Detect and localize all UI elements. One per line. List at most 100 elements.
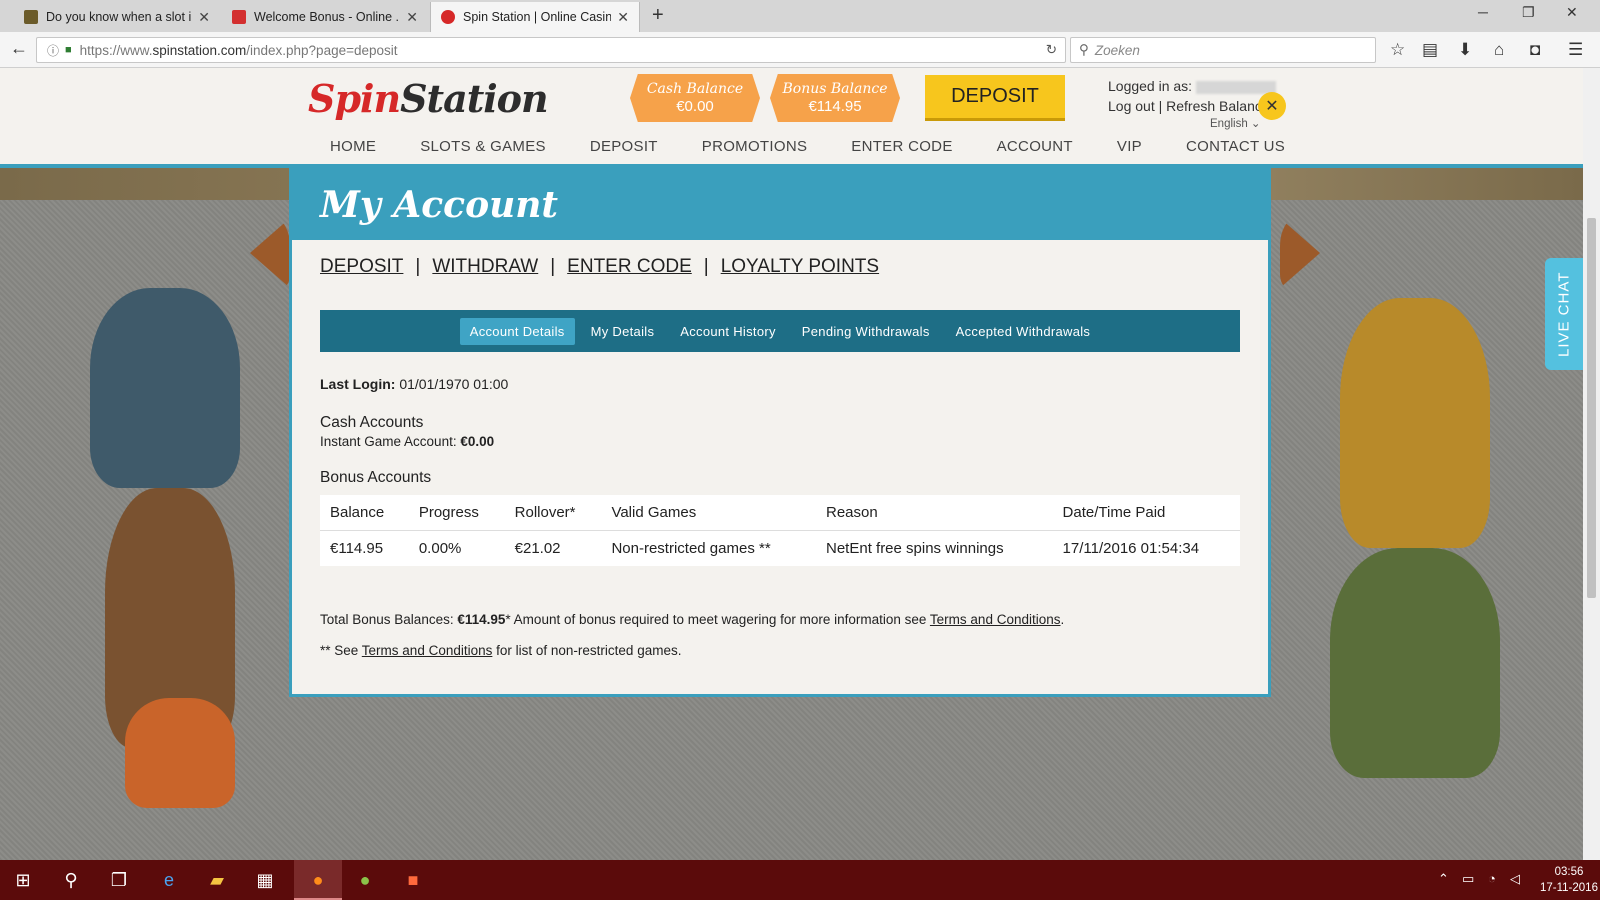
cash-balance-badge[interactable]: Cash Balance €0.00 bbox=[630, 74, 760, 122]
language-value: English bbox=[1210, 118, 1248, 130]
volume-icon[interactable]: ◁ bbox=[1510, 871, 1520, 887]
modal-close-button[interactable]: ✕ bbox=[1258, 92, 1286, 120]
search-placeholder: Zoeken bbox=[1094, 42, 1140, 58]
home-icon[interactable]: ⌂ bbox=[1494, 40, 1504, 60]
back-icon[interactable]: ← bbox=[10, 38, 28, 59]
search-input[interactable]: ⚲ Zoeken bbox=[1070, 37, 1376, 63]
site-header: SpinStation Cash Balance €0.00 Bonus Bal… bbox=[0, 68, 1583, 166]
browser-tab-active[interactable]: Spin Station | Online Casin... ✕ bbox=[430, 2, 640, 32]
close-tab-icon[interactable]: ✕ bbox=[406, 9, 418, 26]
account-links: DEPOSIT | WITHDRAW | ENTER CODE | LOYALT… bbox=[320, 256, 879, 278]
download-icon[interactable]: ⬇ bbox=[1458, 40, 1472, 60]
separator: | bbox=[415, 256, 421, 277]
tab-accepted-withdrawals[interactable]: Accepted Withdrawals bbox=[946, 318, 1101, 345]
table-cell: 0.00% bbox=[418, 540, 462, 557]
column-header: Balance bbox=[320, 495, 409, 531]
logout-link[interactable]: Log out bbox=[1108, 98, 1155, 114]
scroll-thumb[interactable] bbox=[1587, 218, 1596, 598]
nav-deposit[interactable]: DEPOSIT bbox=[590, 138, 658, 155]
lock-icon: ■ bbox=[65, 44, 72, 56]
account-link-withdraw[interactable]: WITHDRAW bbox=[432, 256, 538, 278]
table-cell: €21.02 bbox=[514, 540, 561, 557]
nav-contact-us[interactable]: CONTACT US bbox=[1186, 138, 1285, 155]
language-select[interactable]: English ⌄ bbox=[1210, 116, 1261, 130]
total-label: Total Bonus Balances: bbox=[320, 612, 454, 627]
separator: | bbox=[550, 256, 556, 277]
app-orange-icon[interactable]: ■ bbox=[400, 868, 426, 892]
cash-balance-label: Cash Balance bbox=[646, 81, 744, 97]
nav-home[interactable]: HOME bbox=[330, 138, 376, 155]
windows-taskbar: ⊞ ⚲ ❐ e ▰ ▦ ● ● ■ ⌃ ▭ ◔ ◁ 03:56 17-11-20… bbox=[0, 860, 1600, 900]
start-icon[interactable]: ⊞ bbox=[10, 868, 36, 892]
footnote: ** See Terms and Conditions for list of … bbox=[320, 643, 1240, 658]
login-info: Logged in as: Log out | Refresh Balance bbox=[1108, 76, 1276, 116]
tray-chevron-icon[interactable]: ⌃ bbox=[1438, 871, 1449, 887]
task-view-icon[interactable]: ❐ bbox=[106, 868, 132, 892]
nav-promotions[interactable]: PROMOTIONS bbox=[702, 138, 808, 155]
close-tab-icon[interactable]: ✕ bbox=[617, 9, 629, 26]
tab-account-history[interactable]: Account History bbox=[670, 318, 786, 345]
account-link-enter-code[interactable]: ENTER CODE bbox=[567, 256, 692, 278]
nav-vip[interactable]: VIP bbox=[1117, 138, 1142, 155]
refresh-balance-link[interactable]: Refresh Balance bbox=[1166, 98, 1270, 114]
edge-icon[interactable]: e bbox=[156, 868, 182, 892]
account-link-deposit[interactable]: DEPOSIT bbox=[320, 256, 403, 278]
slot-machine-image bbox=[1330, 548, 1500, 778]
search-icon: ⚲ bbox=[1079, 42, 1089, 57]
close-window-icon[interactable]: ✕ bbox=[1566, 4, 1578, 21]
firefox-icon[interactable]: ● bbox=[305, 868, 331, 892]
character-left-image bbox=[90, 288, 240, 488]
table-cell: 17/11/2016 01:54:34 bbox=[1062, 540, 1200, 557]
taskbar-clock[interactable]: 03:56 17-11-2016 bbox=[1540, 864, 1598, 896]
tab-favicon-icon bbox=[24, 10, 38, 24]
clock-date: 17-11-2016 bbox=[1540, 882, 1598, 894]
app-green-icon[interactable]: ● bbox=[352, 868, 378, 892]
page-viewport: SpinStation Cash Balance €0.00 Bonus Bal… bbox=[0, 68, 1583, 860]
last-login: Last Login: 01/01/1970 01:00 bbox=[320, 376, 1240, 392]
bonus-balance-badge[interactable]: Bonus Balance €114.95 bbox=[770, 74, 900, 122]
browser-tab-1[interactable]: Do you know when a slot i... ✕ bbox=[14, 2, 220, 32]
tab-account-details[interactable]: Account Details bbox=[459, 317, 575, 345]
table-row: €114.95 0.00% €21.02 Non-restricted game… bbox=[320, 531, 1240, 567]
reading-list-icon[interactable]: ▤ bbox=[1422, 40, 1438, 60]
nav-slots-games[interactable]: SLOTS & GAMES bbox=[420, 138, 546, 155]
terms-link[interactable]: Terms and Conditions bbox=[930, 612, 1061, 627]
search-taskbar-icon[interactable]: ⚲ bbox=[58, 868, 84, 892]
url-path: /index.php?page=deposit bbox=[246, 42, 398, 58]
tab-title: Welcome Bonus - Online ... bbox=[254, 10, 401, 24]
new-tab-icon[interactable]: + bbox=[652, 4, 664, 27]
deposit-button[interactable]: DEPOSIT bbox=[925, 75, 1065, 121]
url-bar[interactable]: ⓘ ■ https://www. spinstation.com/index.ph… bbox=[36, 37, 1066, 63]
cash-accounts-heading: Cash Accounts bbox=[320, 414, 424, 431]
menu-icon[interactable]: ☰ bbox=[1568, 40, 1583, 60]
battery-icon[interactable]: ▭ bbox=[1462, 871, 1474, 887]
nav-account[interactable]: ACCOUNT bbox=[997, 138, 1073, 155]
column-header: Reason bbox=[816, 495, 1053, 531]
store-icon[interactable]: ▦ bbox=[252, 868, 278, 892]
pocket-icon[interactable]: ◘ bbox=[1530, 40, 1540, 60]
page-scrollbar[interactable] bbox=[1583, 68, 1600, 860]
restore-icon[interactable]: ❐ bbox=[1522, 4, 1535, 21]
nav-enter-code[interactable]: ENTER CODE bbox=[851, 138, 952, 155]
live-chat-button[interactable]: LIVE CHAT bbox=[1545, 258, 1583, 370]
footnote-suffix: for list of non-restricted games. bbox=[496, 643, 682, 658]
reload-icon[interactable]: ↻ bbox=[1046, 42, 1057, 58]
account-link-loyalty-points[interactable]: LOYALTY POINTS bbox=[721, 256, 879, 278]
info-icon[interactable]: ⓘ bbox=[47, 42, 59, 59]
account-details-content: Last Login: 01/01/1970 01:00 Cash Accoun… bbox=[320, 376, 1240, 658]
browser-tab-bar: Do you know when a slot i... ✕ Welcome B… bbox=[0, 0, 1600, 32]
bookmark-star-icon[interactable]: ☆ bbox=[1390, 40, 1405, 60]
wifi-icon[interactable]: ◔ bbox=[1488, 871, 1496, 886]
browser-tab-2[interactable]: Welcome Bonus - Online ... ✕ bbox=[222, 2, 428, 32]
table-cell: Non-restricted games ** bbox=[611, 540, 771, 557]
tab-my-details[interactable]: My Details bbox=[581, 318, 665, 345]
close-tab-icon[interactable]: ✕ bbox=[198, 9, 210, 26]
file-explorer-icon[interactable]: ▰ bbox=[204, 868, 230, 892]
bonus-accounts-table: Balance Progress Rollover* Valid Games R… bbox=[320, 495, 1240, 566]
minimize-icon[interactable]: ─ bbox=[1478, 4, 1488, 20]
site-logo[interactable]: SpinStation bbox=[308, 76, 549, 121]
column-header: Progress bbox=[408, 495, 505, 531]
terms-link-2[interactable]: Terms and Conditions bbox=[362, 643, 493, 658]
tab-pending-withdrawals[interactable]: Pending Withdrawals bbox=[792, 318, 940, 345]
bonus-accounts-heading: Bonus Accounts bbox=[320, 469, 432, 486]
